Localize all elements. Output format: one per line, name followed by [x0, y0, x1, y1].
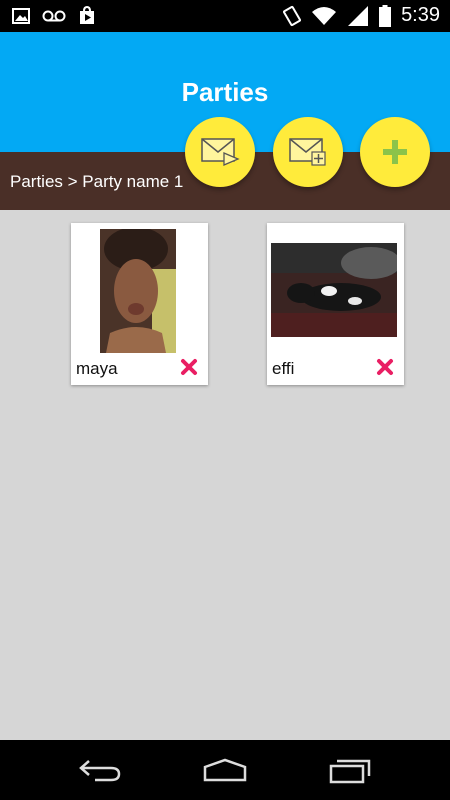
- back-button[interactable]: [75, 754, 125, 786]
- new-invitation-button[interactable]: [273, 117, 343, 187]
- recent-apps-icon: [329, 759, 371, 784]
- back-icon: [79, 760, 121, 782]
- add-guest-button[interactable]: [360, 117, 430, 187]
- navigation-bar: [0, 740, 450, 800]
- vibrate-icon: [283, 5, 302, 26]
- recent-apps-button[interactable]: [325, 754, 375, 786]
- add-mail-icon: [289, 138, 326, 166]
- remove-icon[interactable]: [180, 358, 198, 376]
- wifi-icon: [312, 6, 337, 25]
- play-store-icon: [80, 6, 94, 24]
- signal-icon: [348, 5, 369, 26]
- send-invitation-button[interactable]: [185, 117, 255, 187]
- guest-photo: [100, 229, 176, 353]
- page-title: Parties: [181, 77, 269, 107]
- status-bar: 5:39: [0, 0, 450, 32]
- plus-icon: [383, 140, 407, 164]
- clock: 5:39: [401, 4, 440, 26]
- battery-icon: [379, 4, 392, 27]
- guest-card[interactable]: maya: [71, 223, 208, 385]
- breadcrumb[interactable]: Parties > Party name 1: [10, 172, 183, 192]
- guest-card[interactable]: effi: [267, 223, 404, 385]
- remove-icon[interactable]: [376, 358, 394, 376]
- system-icons: 5:39: [283, 4, 440, 27]
- home-icon: [203, 758, 247, 782]
- voicemail-icon: [42, 10, 66, 22]
- guest-photo: [271, 243, 397, 337]
- image-icon: [12, 8, 30, 24]
- notification-icons: [12, 6, 96, 26]
- home-button[interactable]: [200, 754, 250, 786]
- guest-name: maya: [76, 359, 118, 378]
- send-mail-icon: [201, 138, 240, 166]
- guest-name: effi: [272, 359, 295, 378]
